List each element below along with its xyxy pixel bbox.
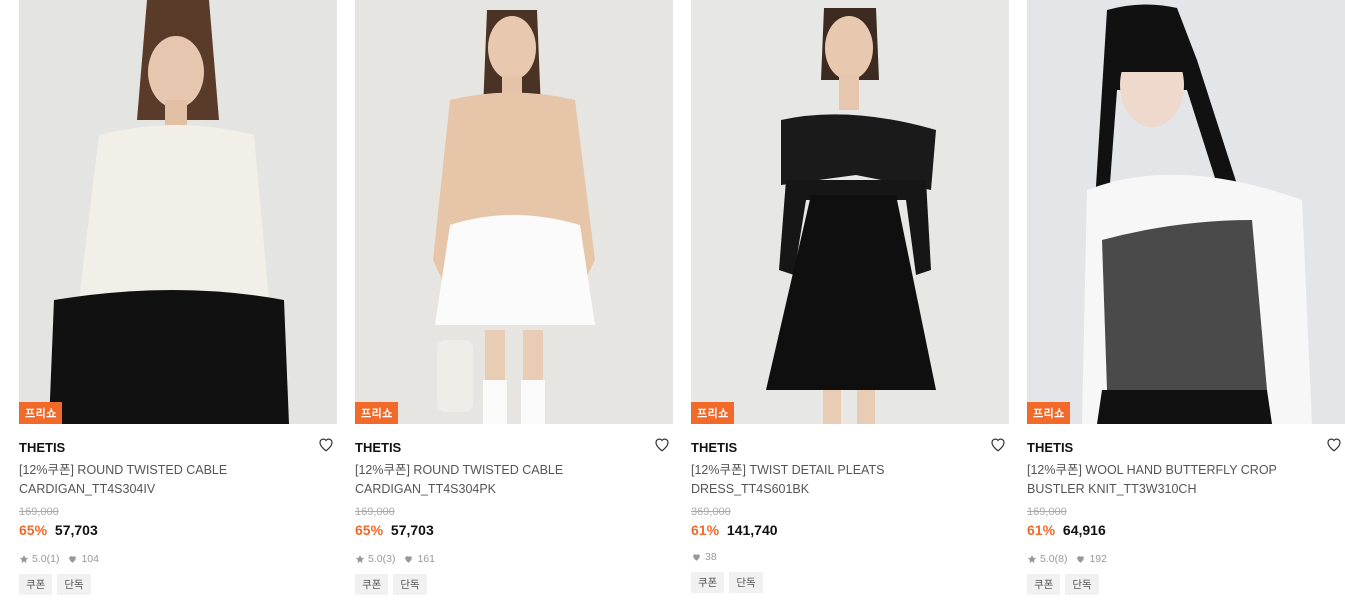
rating-value: 5.0 [1040,553,1055,565]
star-icon [19,554,29,563]
tag-coupon: 쿠폰 [19,574,53,595]
product-meta: 38 [691,550,1009,564]
brand-name[interactable]: THETIS [691,440,737,455]
price-row: 65% 57,703 [355,522,673,540]
tag-exclusive: 단독 [1065,574,1099,595]
review-count: (1) [46,553,60,565]
product-image[interactable]: 프리쇼 [19,0,337,424]
likes: 38 [691,551,717,563]
product-card[interactable]: 프리쇼 THETIS [12%쿠폰] WOOL HAND BUTTERFLY C… [1027,0,1345,595]
rating: 5.0 (1) [19,553,59,565]
product-card[interactable]: 프리쇼 THETIS [12%쿠폰] ROUND TWISTED CABLE C… [355,0,673,595]
tag-coupon: 쿠폰 [355,574,389,595]
discount-rate: 61% [691,522,720,538]
product-name[interactable]: [12%쿠폰] WOOL HAND BUTTERFLY CROP BUSTLER… [1027,461,1337,499]
star-icon [1027,554,1037,563]
rating: 5.0 (3) [355,553,395,565]
product-image[interactable]: 프리쇼 [355,0,673,424]
product-grid: 프리쇼 THETIS [12%쿠폰] ROUND TWISTED CABLE C… [0,0,1345,612]
like-count: 104 [81,553,99,565]
tag-list: 쿠폰 단독 [1027,574,1345,595]
tag-coupon: 쿠폰 [691,572,725,593]
review-count: (8) [1054,553,1068,565]
tag-list: 쿠폰 단독 [691,572,1009,593]
original-price: 169,000 [1027,506,1067,518]
heart-icon [69,556,77,563]
tag-list: 쿠폰 단독 [19,574,337,595]
discount-rate: 61% [1027,522,1056,538]
review-count: (3) [382,553,396,565]
like-count: 192 [1089,553,1107,565]
tag-list: 쿠폰 단독 [355,574,673,595]
likes: 192 [1075,553,1107,565]
heart-icon [693,554,700,561]
tag-exclusive: 단독 [393,574,427,595]
wishlist-heart-icon[interactable] [317,435,335,453]
price-row: 65% 57,703 [19,522,337,540]
heart-icon [405,556,413,563]
price-row: 61% 64,916 [1027,522,1345,540]
price-row: 61% 141,740 [691,522,1009,540]
original-price: 169,000 [19,506,59,518]
discount-rate: 65% [355,522,384,538]
likes: 104 [67,553,99,565]
like-count: 38 [705,551,717,563]
product-image[interactable]: 프리쇼 [1027,0,1345,424]
product-card[interactable]: 프리쇼 THETIS [12%쿠폰] TWIST DETAIL PLEATS D… [691,0,1009,593]
rating: 5.0 (8) [1027,553,1067,565]
discount-rate: 65% [19,522,48,538]
brand-name[interactable]: THETIS [1027,440,1073,455]
product-name[interactable]: [12%쿠폰] ROUND TWISTED CABLE CARDIGAN_TT4… [19,461,329,499]
wishlist-heart-icon[interactable] [653,435,671,453]
preshow-badge: 프리쇼 [355,402,398,424]
product-image[interactable]: 프리쇼 [691,0,1009,424]
sale-price: 141,740 [726,522,778,538]
preshow-badge: 프리쇼 [1027,402,1070,424]
star-icon [355,554,365,563]
product-meta: 5.0 (3) 161 [355,552,673,566]
likes: 161 [403,553,435,565]
sale-price: 57,703 [54,522,98,538]
tag-exclusive: 단독 [57,574,91,595]
original-price: 369,000 [691,506,731,518]
wishlist-heart-icon[interactable] [1325,435,1343,453]
product-name[interactable]: [12%쿠폰] ROUND TWISTED CABLE CARDIGAN_TT4… [355,461,665,499]
heart-icon [1077,556,1085,563]
sale-price: 64,916 [1062,522,1106,538]
brand-name[interactable]: THETIS [355,440,401,455]
rating-value: 5.0 [368,553,383,565]
tag-coupon: 쿠폰 [1027,574,1061,595]
sale-price: 57,703 [390,522,434,538]
like-count: 161 [417,553,435,565]
product-name[interactable]: [12%쿠폰] TWIST DETAIL PLEATS DRESS_TT4S60… [691,461,1001,499]
product-meta: 5.0 (1) 104 [19,552,337,566]
brand-name[interactable]: THETIS [19,440,65,455]
original-price: 169,000 [355,506,395,518]
rating-value: 5.0 [32,553,47,565]
product-card[interactable]: 프리쇼 THETIS [12%쿠폰] ROUND TWISTED CABLE C… [19,0,337,595]
tag-exclusive: 단독 [729,572,763,593]
preshow-badge: 프리쇼 [19,402,62,424]
preshow-badge: 프리쇼 [691,402,734,424]
product-meta: 5.0 (8) 192 [1027,552,1345,566]
wishlist-heart-icon[interactable] [989,435,1007,453]
